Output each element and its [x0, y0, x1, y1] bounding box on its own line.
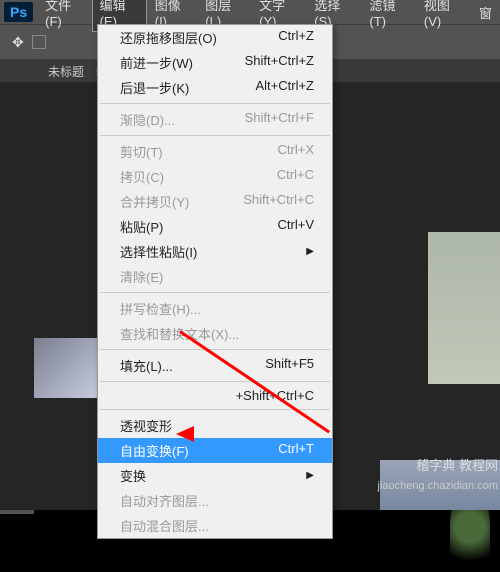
- menu-content-aware-scale[interactable]: +Shift+Ctrl+C: [98, 385, 332, 406]
- separator: [100, 135, 330, 136]
- label: 透视变形: [120, 416, 172, 435]
- label: 合并拷贝(Y): [120, 192, 189, 211]
- menu-view[interactable]: 视图(V): [416, 0, 471, 32]
- menu-paste-special[interactable]: 选择性粘贴(I) ▶: [98, 239, 332, 264]
- menu-undo-label: 还原拖移图层(O): [120, 28, 217, 47]
- label: 选择性粘贴(I): [120, 242, 197, 261]
- label: 拼写检查(H)...: [120, 299, 201, 318]
- menu-auto-blend: 自动混合图层...: [98, 513, 332, 538]
- menu-copy-merged: 合并拷贝(Y) Shift+Ctrl+C: [98, 189, 332, 214]
- menu-find-replace: 查找和替换文本(X)...: [98, 321, 332, 346]
- annotation-arrow-head: [176, 426, 194, 442]
- shortcut: Ctrl+X: [278, 142, 314, 161]
- menu-paste[interactable]: 粘贴(P) Ctrl+V: [98, 214, 332, 239]
- shortcut: Alt+Ctrl+Z: [255, 78, 314, 97]
- label: 自动混合图层...: [120, 516, 209, 535]
- menu-filter[interactable]: 滤镜(T): [361, 0, 415, 32]
- separator: [100, 381, 330, 382]
- shortcut: Shift+Ctrl+C: [243, 192, 314, 211]
- menu-perspective-warp[interactable]: 透视变形: [98, 413, 332, 438]
- shortcut: Shift+Ctrl+Z: [245, 53, 314, 72]
- menu-clear: 清除(E): [98, 264, 332, 289]
- label: 剪切(T): [120, 142, 163, 161]
- label: 自动对齐图层...: [120, 491, 209, 510]
- edit-menu-dropdown: 还原拖移图层(O) Ctrl+Z 前进一步(W) Shift+Ctrl+Z 后退一步…: [97, 24, 333, 539]
- menu-transform[interactable]: 变换 ▶: [98, 463, 332, 488]
- menu-cut: 剪切(T) Ctrl+X: [98, 139, 332, 164]
- separator: [100, 103, 330, 104]
- menu-step-forward[interactable]: 前进一步(W) Shift+Ctrl+Z: [98, 50, 332, 75]
- doc-tab-1[interactable]: 未标题: [38, 60, 94, 83]
- label: 自由变换(F): [120, 441, 189, 460]
- label: 清除(E): [120, 267, 163, 286]
- menubar: Ps 文件(F) 编辑(E) 图像(I) 图层(L) 文字(Y) 选择(S) 滤…: [0, 0, 500, 24]
- menu-undo-shortcut: Ctrl+Z: [278, 28, 314, 47]
- app-logo: Ps: [4, 2, 33, 22]
- shortcut: Shift+Ctrl+F: [245, 110, 314, 129]
- label: 填充(L)...: [120, 356, 173, 375]
- menu-free-transform[interactable]: 自由变换(F) Ctrl+T: [98, 438, 332, 463]
- label: 粘贴(P): [120, 217, 163, 236]
- watermark-text-1: 稽字典 教程网: [416, 455, 498, 474]
- label: 后退一步(K): [120, 78, 189, 97]
- shortcut: Ctrl+T: [278, 441, 314, 460]
- auto-select-checkbox[interactable]: [32, 35, 46, 49]
- menu-copy: 拷贝(C) Ctrl+C: [98, 164, 332, 189]
- menu-step-backward[interactable]: 后退一步(K) Alt+Ctrl+Z: [98, 75, 332, 100]
- label: 变换: [120, 466, 146, 485]
- image-preview: [428, 232, 500, 384]
- label: 前进一步(W): [120, 53, 193, 72]
- label: 拷贝(C): [120, 167, 164, 186]
- menu-fade: 渐隐(D)... Shift+Ctrl+F: [98, 107, 332, 132]
- label: 渐隐(D)...: [120, 110, 175, 129]
- shortcut: Ctrl+V: [278, 217, 314, 236]
- shortcut: Shift+F5: [265, 356, 314, 375]
- shortcut: Ctrl+C: [277, 167, 314, 186]
- submenu-arrow-icon: ▶: [306, 246, 314, 257]
- menu-auto-align: 自动对齐图层...: [98, 488, 332, 513]
- separator: [100, 292, 330, 293]
- watermark-text-2: jiaocheng.chazidian.com: [378, 480, 498, 492]
- menu-file[interactable]: 文件(F): [37, 0, 91, 32]
- menu-undo[interactable]: 还原拖移图层(O) Ctrl+Z: [98, 25, 332, 50]
- separator: [100, 349, 330, 350]
- menu-check-spelling: 拼写检查(H)...: [98, 296, 332, 321]
- move-tool-icon: ✥: [12, 34, 24, 51]
- menu-window[interactable]: 窗: [471, 0, 500, 25]
- submenu-arrow-icon: ▶: [306, 470, 314, 481]
